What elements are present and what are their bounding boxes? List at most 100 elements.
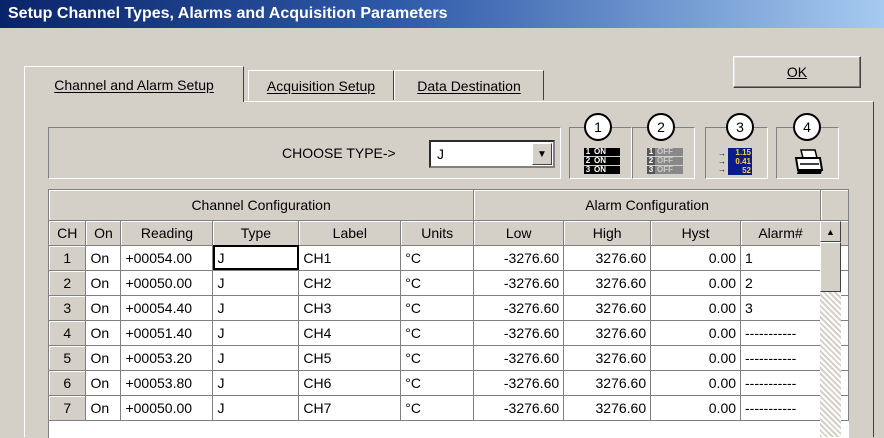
reading-cell[interactable]: +00053.20	[120, 345, 214, 371]
type-cell[interactable]: J	[212, 245, 300, 271]
table-row: 6 On +00053.80 J CH6 °C -3276.60 3276.60 0.00 ---…	[49, 370, 849, 396]
vertical-scrollbar[interactable]: ▲	[820, 221, 841, 437]
column-header-low[interactable]: Low	[473, 220, 565, 246]
on-cell[interactable]: On	[85, 370, 122, 396]
ok-button[interactable]: OK	[733, 56, 861, 88]
callout-number: 3	[726, 113, 754, 141]
row-header-ch[interactable]: 5	[49, 345, 87, 371]
column-header-type[interactable]: Type	[212, 220, 300, 246]
units-cell[interactable]: °C	[400, 245, 475, 271]
hyst-cell[interactable]: 0.00	[650, 270, 742, 296]
type-select-value: J	[437, 146, 444, 162]
column-header-units[interactable]: Units	[400, 220, 475, 246]
tab-data-destination[interactable]: Data Destination	[394, 70, 544, 100]
units-cell[interactable]: °C	[400, 370, 475, 396]
type-cell[interactable]: J	[212, 370, 300, 396]
type-cell[interactable]: J	[212, 295, 300, 321]
reading-cell[interactable]: +00054.40	[120, 295, 214, 321]
reading-cell[interactable]: +00053.80	[120, 370, 214, 396]
label-cell[interactable]: CH1	[298, 245, 402, 271]
units-cell[interactable]: °C	[400, 320, 475, 346]
label-cell[interactable]: CH7	[298, 395, 402, 421]
high-cell[interactable]: 3276.60	[563, 395, 652, 421]
hyst-cell[interactable]: 0.00	[650, 320, 742, 346]
row-header-ch[interactable]: 2	[49, 270, 87, 296]
low-cell[interactable]: -3276.60	[473, 245, 565, 271]
reading-cell[interactable]: +00051.40	[120, 320, 214, 346]
hyst-cell[interactable]: 0.00	[650, 295, 742, 321]
scroll-up-icon[interactable]: ▲	[820, 221, 841, 242]
label-cell[interactable]: CH3	[298, 295, 402, 321]
reading-cell[interactable]: +00050.00	[120, 270, 214, 296]
hyst-cell[interactable]: 0.00	[650, 370, 742, 396]
on-cell[interactable]: On	[85, 345, 122, 371]
type-cell[interactable]: J	[212, 270, 300, 296]
column-header-on[interactable]: On	[85, 220, 122, 246]
type-select[interactable]: J ▼	[429, 140, 555, 168]
all-channels-off-button[interactable]: 2 1 OFF 2 OFF 3 OFF	[632, 113, 695, 179]
row-header-ch[interactable]: 6	[49, 370, 87, 396]
alarm-number-cell[interactable]: -----------	[740, 370, 821, 396]
callout-number: 2	[647, 113, 675, 141]
type-cell[interactable]: J	[212, 395, 300, 421]
tab-acquisition-setup[interactable]: Acquisition Setup	[248, 70, 394, 100]
type-cell[interactable]: J	[212, 320, 300, 346]
high-cell[interactable]: 3276.60	[563, 245, 652, 271]
alarm-number-cell[interactable]: -----------	[740, 395, 821, 421]
units-cell[interactable]: °C	[400, 295, 475, 321]
scroll-thumb[interactable]	[820, 242, 841, 292]
alarm-number-cell[interactable]: -----------	[740, 320, 821, 346]
low-cell[interactable]: -3276.60	[473, 345, 565, 371]
column-header-label[interactable]: Label	[298, 220, 402, 246]
all-channels-on-button[interactable]: 1 1 ON 2 ON 3 ON	[569, 113, 632, 179]
label-cell[interactable]: CH2	[298, 270, 402, 296]
type-cell[interactable]: J	[212, 345, 300, 371]
table-row: 7 On +00050.00 J CH7 °C -3276.60 3276.60 0.00 ---…	[49, 395, 849, 421]
low-cell[interactable]: -3276.60	[473, 270, 565, 296]
readings-display-button[interactable]: 3 → → → 1.15 0.41 52	[705, 113, 768, 179]
high-cell[interactable]: 3276.60	[563, 345, 652, 371]
hyst-cell[interactable]: 0.00	[650, 345, 742, 371]
alarm-number-cell[interactable]: -----------	[740, 345, 821, 371]
alarm-number-cell[interactable]: 3	[740, 295, 821, 321]
column-header-ch[interactable]: CH	[49, 220, 87, 246]
row-header-ch[interactable]: 4	[49, 320, 87, 346]
window-title: Setup Channel Types, Alarms and Acquisit…	[8, 5, 448, 22]
column-header-hyst[interactable]: Hyst	[650, 220, 742, 246]
low-cell[interactable]: -3276.60	[473, 370, 565, 396]
label-cell[interactable]: CH4	[298, 320, 402, 346]
hyst-cell[interactable]: 0.00	[650, 395, 742, 421]
tab-channel-alarm-setup[interactable]: Channel and Alarm Setup	[24, 66, 244, 102]
row-header-ch[interactable]: 1	[49, 245, 87, 271]
low-cell[interactable]: -3276.60	[473, 295, 565, 321]
high-cell[interactable]: 3276.60	[563, 295, 652, 321]
units-cell[interactable]: °C	[400, 270, 475, 296]
low-cell[interactable]: -3276.60	[473, 395, 565, 421]
print-button[interactable]: 4	[776, 113, 839, 179]
row-header-ch[interactable]: 3	[49, 295, 87, 321]
column-header-alarm-number[interactable]: Alarm#	[740, 220, 821, 246]
units-cell[interactable]: °C	[400, 395, 475, 421]
callout-number: 4	[793, 113, 821, 141]
label-cell[interactable]: CH5	[298, 345, 402, 371]
high-cell[interactable]: 3276.60	[563, 320, 652, 346]
high-cell[interactable]: 3276.60	[563, 370, 652, 396]
on-cell[interactable]: On	[85, 245, 122, 271]
alarm-number-cell[interactable]: 1	[740, 245, 821, 271]
label-cell[interactable]: CH6	[298, 370, 402, 396]
units-cell[interactable]: °C	[400, 345, 475, 371]
column-header-reading[interactable]: Reading	[120, 220, 214, 246]
column-header-high[interactable]: High	[563, 220, 652, 246]
on-cell[interactable]: On	[85, 295, 122, 321]
on-cell[interactable]: On	[85, 270, 122, 296]
hyst-cell[interactable]: 0.00	[650, 245, 742, 271]
low-cell[interactable]: -3276.60	[473, 320, 565, 346]
on-cell[interactable]: On	[85, 320, 122, 346]
dropdown-arrow-icon[interactable]: ▼	[532, 143, 552, 165]
reading-cell[interactable]: +00050.00	[120, 395, 214, 421]
high-cell[interactable]: 3276.60	[563, 270, 652, 296]
alarm-number-cell[interactable]: 2	[740, 270, 821, 296]
reading-cell[interactable]: +00054.00	[120, 245, 214, 271]
on-cell[interactable]: On	[85, 395, 122, 421]
row-header-ch[interactable]: 7	[49, 395, 87, 421]
